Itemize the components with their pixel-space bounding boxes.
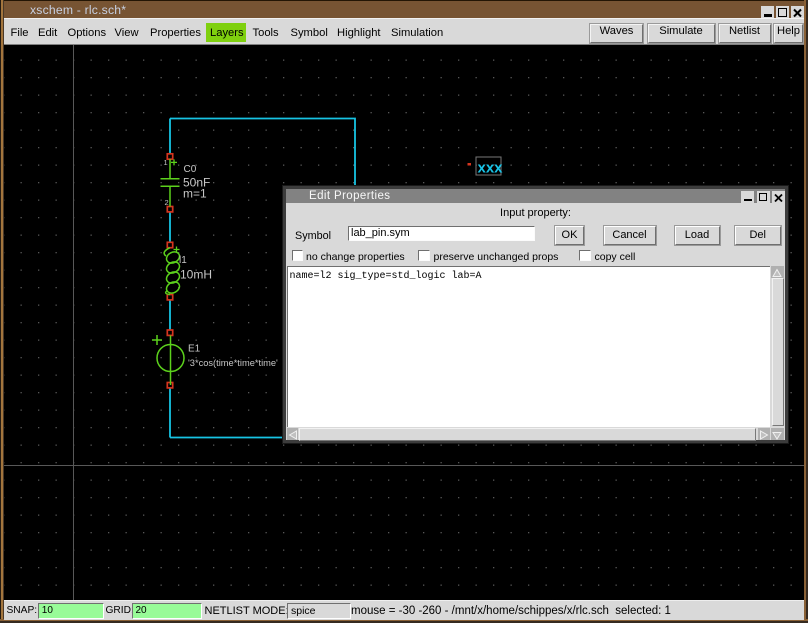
svg-text:1: 1 [164, 158, 168, 167]
svg-text:2: 2 [165, 198, 169, 207]
svg-text:'3*cos(time*time*time': '3*cos(time*time*time' [188, 358, 278, 368]
svg-text:C0: C0 [184, 164, 197, 175]
svg-text:m=1: m=1 [183, 187, 207, 201]
svg-text:l1: l1 [179, 255, 187, 266]
svg-text:E1: E1 [188, 344, 201, 355]
svg-text:10mH: 10mH [180, 268, 212, 282]
svg-text:xxx: xxx [478, 160, 504, 177]
